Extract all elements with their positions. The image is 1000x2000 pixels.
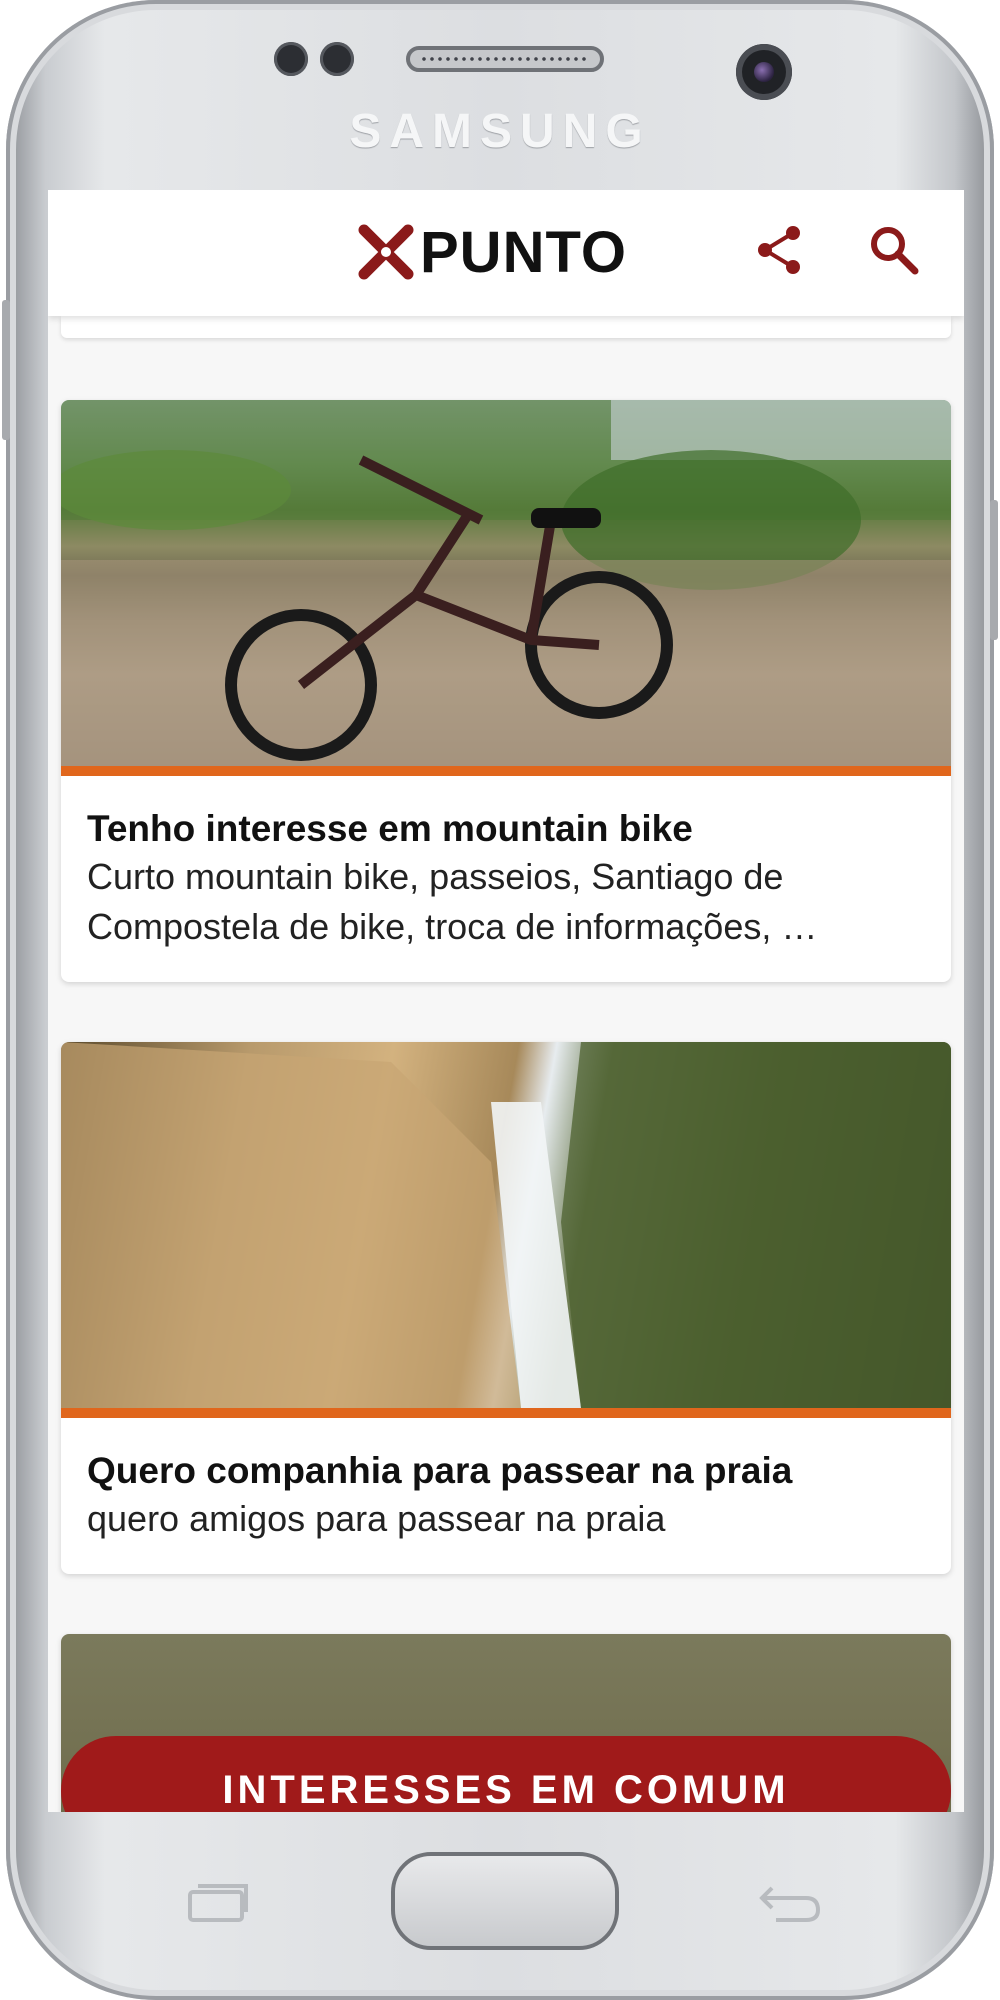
waterfall-illustration bbox=[61, 1042, 951, 1408]
earpiece-speaker bbox=[406, 46, 604, 72]
common-interests-button[interactable]: INTERESSES EM COMUM bbox=[61, 1736, 951, 1812]
card-body: Quero companhia para passear na praia qu… bbox=[61, 1418, 951, 1574]
bike-illustration bbox=[61, 400, 951, 766]
card-accent-bar bbox=[61, 1408, 951, 1418]
app-screen: PUNTO Tenho interesse em mountain bike C… bbox=[48, 190, 964, 1812]
front-sensors bbox=[274, 42, 354, 76]
phone-frame: SAMSUNG PUNTO Tenho interesse em mountai… bbox=[2, 0, 998, 2000]
back-icon[interactable] bbox=[756, 1880, 822, 1924]
card-description: quero amigos para passear na praia bbox=[87, 1498, 666, 1539]
search-button[interactable] bbox=[862, 218, 926, 282]
power-button bbox=[990, 500, 998, 640]
volume-button bbox=[2, 300, 10, 440]
card-description: Curto mountain bike, passeios, Santiago … bbox=[87, 856, 818, 947]
card-image-waterfall bbox=[61, 1042, 951, 1408]
card-title: Tenho interesse em mountain bike bbox=[87, 808, 693, 849]
interest-card[interactable]: Quero companhia para passear na praia qu… bbox=[61, 1042, 951, 1574]
card-title: Quero companhia para passear na praia bbox=[87, 1450, 793, 1491]
share-button[interactable] bbox=[748, 218, 812, 282]
device-brand: SAMSUNG bbox=[349, 105, 651, 158]
x-logo-icon bbox=[358, 224, 414, 280]
card-accent-bar bbox=[61, 766, 951, 776]
interest-card[interactable]: Tenho interesse em mountain bike Curto m… bbox=[61, 400, 951, 982]
card-image-mountain-bike bbox=[61, 400, 951, 766]
card-body: Tenho interesse em mountain bike Curto m… bbox=[61, 776, 951, 982]
search-icon bbox=[871, 227, 919, 275]
previous-card-tail[interactable] bbox=[61, 316, 951, 338]
recent-apps-icon[interactable] bbox=[186, 1880, 250, 1924]
home-button[interactable] bbox=[391, 1852, 619, 1950]
app-logo[interactable]: PUNTO bbox=[358, 212, 627, 292]
front-camera bbox=[736, 44, 792, 100]
share-icon bbox=[758, 226, 800, 274]
app-header: PUNTO bbox=[48, 190, 964, 316]
logo-text: PUNTO bbox=[420, 219, 627, 285]
